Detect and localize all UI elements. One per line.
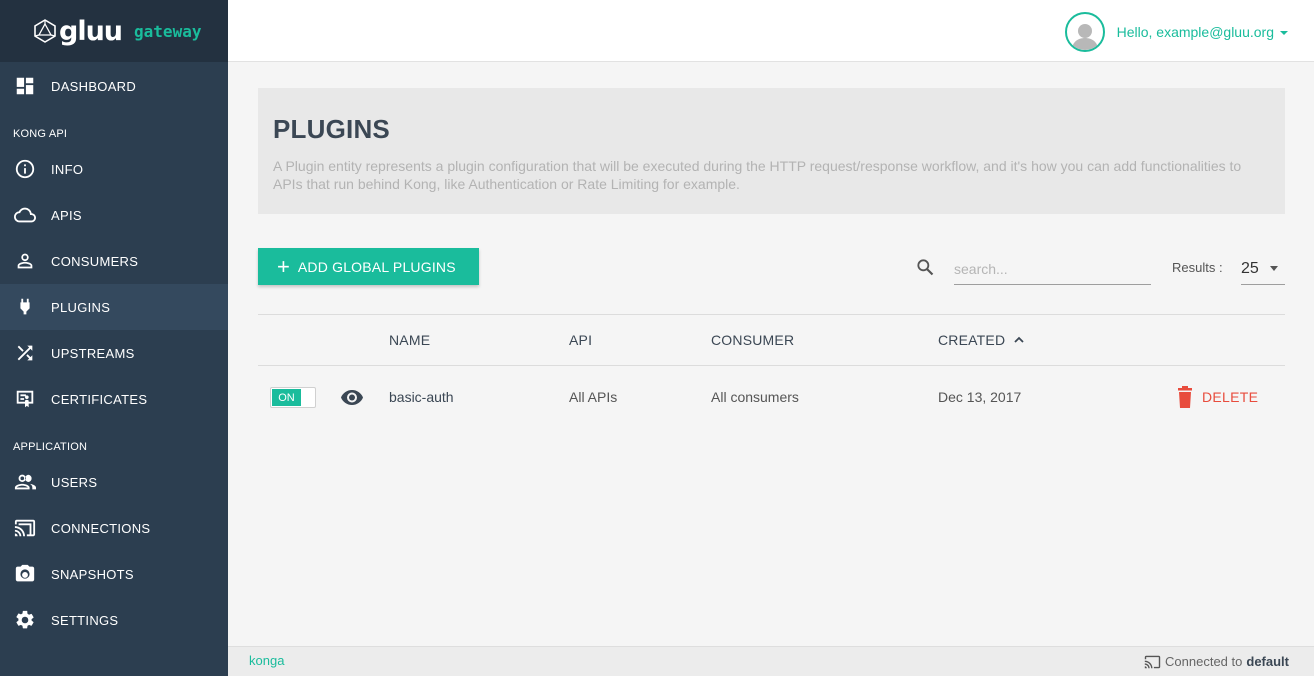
delete-button[interactable]: DELETE: [1176, 386, 1258, 408]
sidebar-item-label: DASHBOARD: [51, 78, 137, 94]
info-icon: [14, 158, 36, 180]
plugin-consumer: All consumers: [711, 389, 799, 405]
sidebar-item-label: CERTIFICATES: [51, 391, 148, 407]
sidebar-item-consumers[interactable]: CONSUMERS: [0, 238, 228, 284]
footer-app-name[interactable]: konga: [249, 653, 284, 668]
plug-icon: [14, 296, 36, 318]
dashboard-icon: [14, 75, 36, 97]
results-per-page-select[interactable]: 25: [1241, 254, 1285, 285]
sidebar-item-label: CONSUMERS: [51, 253, 139, 269]
sidebar-item-plugins[interactable]: PLUGINS: [0, 284, 228, 330]
plugin-name-link[interactable]: basic-auth: [389, 389, 454, 405]
brand-logo[interactable]: gluu gateway: [0, 0, 228, 62]
column-header-api[interactable]: API: [569, 332, 592, 348]
sidebar-item-info[interactable]: INFO: [0, 146, 228, 192]
sidebar-item-label: CONNECTIONS: [51, 520, 151, 536]
sort-ascending-icon: [1014, 336, 1024, 343]
sidebar-item-label: UPSTREAMS: [51, 345, 135, 361]
sidebar-item-dashboard[interactable]: DASHBOARD: [0, 63, 228, 109]
sidebar-item-users[interactable]: USERS: [0, 459, 228, 505]
certificate-icon: [14, 388, 36, 410]
sidebar-item-label: SNAPSHOTS: [51, 566, 134, 582]
cloud-icon: [14, 204, 36, 226]
column-header-created-label: CREATED: [938, 332, 1006, 348]
dropdown-arrow-icon: [1270, 266, 1278, 271]
results-label: Results :: [1172, 260, 1223, 275]
page-description: A Plugin entity represents a plugin conf…: [273, 158, 1242, 192]
sidebar-item-settings[interactable]: SETTINGS: [0, 597, 228, 643]
table-header-divider: [258, 365, 1285, 366]
camera-icon: [14, 563, 36, 585]
users-icon: [14, 471, 36, 493]
column-header-name[interactable]: NAME: [389, 332, 430, 348]
user-greeting: Hello, example@gluu.org: [1116, 24, 1274, 40]
trash-icon: [1178, 386, 1192, 408]
sidebar-item-certificates[interactable]: CERTIFICATES: [0, 376, 228, 422]
footer: konga Connected to default: [228, 646, 1314, 676]
delete-label: DELETE: [1202, 389, 1259, 405]
gluu-logo-icon: [34, 19, 56, 43]
page-title: PLUGINS: [273, 114, 390, 144]
user-menu[interactable]: Hello, example@gluu.org: [1064, 12, 1288, 52]
page-header: PLUGINS A Plugin entity represents a plu…: [258, 88, 1285, 214]
plugin-api: All APIs: [569, 389, 618, 405]
sidebar-item-label: APIS: [51, 207, 82, 223]
section-heading-kong-api: KONG API: [13, 128, 68, 140]
column-header-consumer[interactable]: CONSUMER: [711, 332, 794, 348]
shuffle-icon: [14, 342, 36, 364]
results-value: 25: [1241, 260, 1259, 277]
add-button-label: ADD GLOBAL PLUGINS: [297, 258, 456, 275]
section-heading-application: APPLICATION: [13, 441, 88, 453]
gear-icon: [14, 609, 36, 631]
search-icon: [917, 259, 934, 276]
connection-prefix: Connected to: [1165, 654, 1243, 669]
column-header-created[interactable]: CREATED: [938, 332, 1025, 348]
plus-icon: +: [277, 253, 290, 279]
eye-icon[interactable]: [340, 388, 364, 406]
table-top-border: [258, 314, 1285, 315]
toggle-on-label: ON: [272, 389, 301, 406]
avatar: [1064, 12, 1105, 52]
sidebar-item-label: PLUGINS: [51, 299, 111, 315]
sidebar-item-upstreams[interactable]: UPSTREAMS: [0, 330, 228, 376]
chevron-down-icon: [1280, 31, 1288, 35]
sidebar-item-snapshots[interactable]: SNAPSHOTS: [0, 551, 228, 597]
sidebar-item-label: USERS: [51, 474, 98, 490]
search-input[interactable]: [954, 254, 1151, 285]
plugin-created: Dec 13, 2017: [938, 389, 1022, 405]
user-silhouette-icon: [1071, 24, 1098, 50]
brand-subtitle: gateway: [134, 21, 202, 41]
sidebar: gluu gateway DASHBOARD KONG API INFO API…: [0, 0, 228, 676]
sidebar-item-label: INFO: [51, 161, 84, 177]
person-icon: [14, 250, 36, 272]
connection-name: default: [1246, 654, 1289, 669]
sidebar-item-connections[interactable]: CONNECTIONS: [0, 505, 228, 551]
sidebar-item-apis[interactable]: APIS: [0, 192, 228, 238]
top-bar: Hello, example@gluu.org: [228, 0, 1314, 62]
brand-name: gluu: [59, 15, 123, 47]
sidebar-item-label: SETTINGS: [51, 612, 119, 628]
cast-icon: [1144, 655, 1161, 668]
enable-toggle[interactable]: ON: [270, 387, 316, 408]
cast-icon: [14, 517, 36, 539]
add-global-plugins-button[interactable]: + ADD GLOBAL PLUGINS: [258, 248, 479, 285]
connection-status: Connected to default: [1144, 654, 1289, 669]
